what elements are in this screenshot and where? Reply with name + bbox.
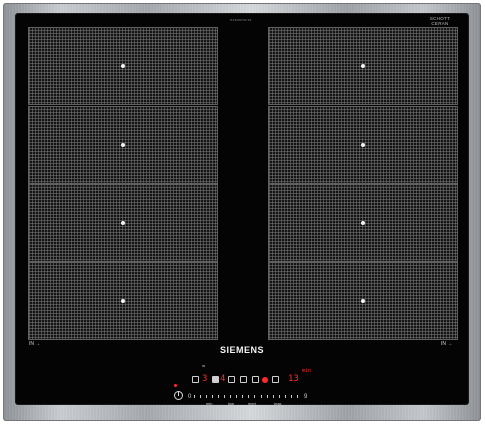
slider-tick [236,395,238,398]
slider-tick [224,395,226,398]
zone-center-marker [361,143,365,147]
slider-tick [218,395,220,398]
slider-tick [206,395,208,398]
zone-center-marker [121,299,125,303]
status-led [174,384,177,387]
cooking-zone-right-1[interactable] [268,27,458,105]
zone-select-icon[interactable] [228,376,235,383]
cooking-zone-left-2[interactable] [28,106,218,184]
slider-tick [278,395,280,398]
clock-icon[interactable] [272,376,279,383]
schott-ceran-logo: SCHOTT CERAN [420,16,460,26]
cooking-zone-left-1[interactable] [28,27,218,105]
timer-display: 13 [288,374,299,384]
power-boost-icon[interactable] [252,376,259,383]
slider-label-min: min [206,401,213,406]
brand-logo: SIEMENS [219,345,264,355]
zone-mid-display: 4 [220,374,226,384]
slider-label-max: max [274,401,282,406]
fry-sensor-glyph[interactable]: ≈ [202,364,205,370]
zone-center-marker [361,221,365,225]
ceramic-glass-hob: EX645FXC1E SCHOTT CERAN IN → IN → SIEMEN… [16,14,468,406]
timer-active-indicator [262,377,268,383]
cooking-zone-right-3[interactable] [268,184,458,262]
keep-warm-icon[interactable] [240,376,247,383]
slider-label-med: med [248,401,256,406]
slider-tick [242,395,244,398]
slider-tick [266,395,268,398]
timer-unit-label: min [302,368,312,374]
slider-tick [290,395,292,398]
slider-label-low: low [228,401,235,406]
zone-center-marker [121,221,125,225]
zone-center-marker [121,143,125,147]
slider-tick [248,395,250,398]
slider-start-label: 0 [188,394,192,400]
slider-tick [284,395,286,398]
slider-tick [200,395,202,398]
flex-zone-mark-left: IN → [29,341,41,347]
slider-tick [260,395,262,398]
slider-tick [272,395,274,398]
zone-left-display: 3 [202,374,208,384]
slider-tick [194,395,195,398]
flex-zone-mark-right: IN → [441,341,453,347]
zone-center-marker [121,64,125,68]
slider-tick [212,395,214,398]
cooking-zone-right-4[interactable] [268,262,458,340]
schott-line2: CERAN [431,21,449,26]
slider-tick [296,395,298,398]
cooking-zone-left-3[interactable] [28,184,218,262]
zone-select-icon[interactable] [192,376,199,383]
slider-tick [230,395,232,398]
zone-select-icon[interactable] [212,376,219,383]
zone-center-marker [361,64,365,68]
slider-tick [254,395,256,398]
main-power-button[interactable] [174,391,183,400]
zone-center-marker [361,299,365,303]
power-slider[interactable] [194,395,298,398]
cooking-zone-right-2[interactable] [268,106,458,184]
cooking-zone-left-4[interactable] [28,262,218,340]
model-code: EX645FXC1E [230,18,252,22]
slider-end-label: 9 [304,394,308,400]
